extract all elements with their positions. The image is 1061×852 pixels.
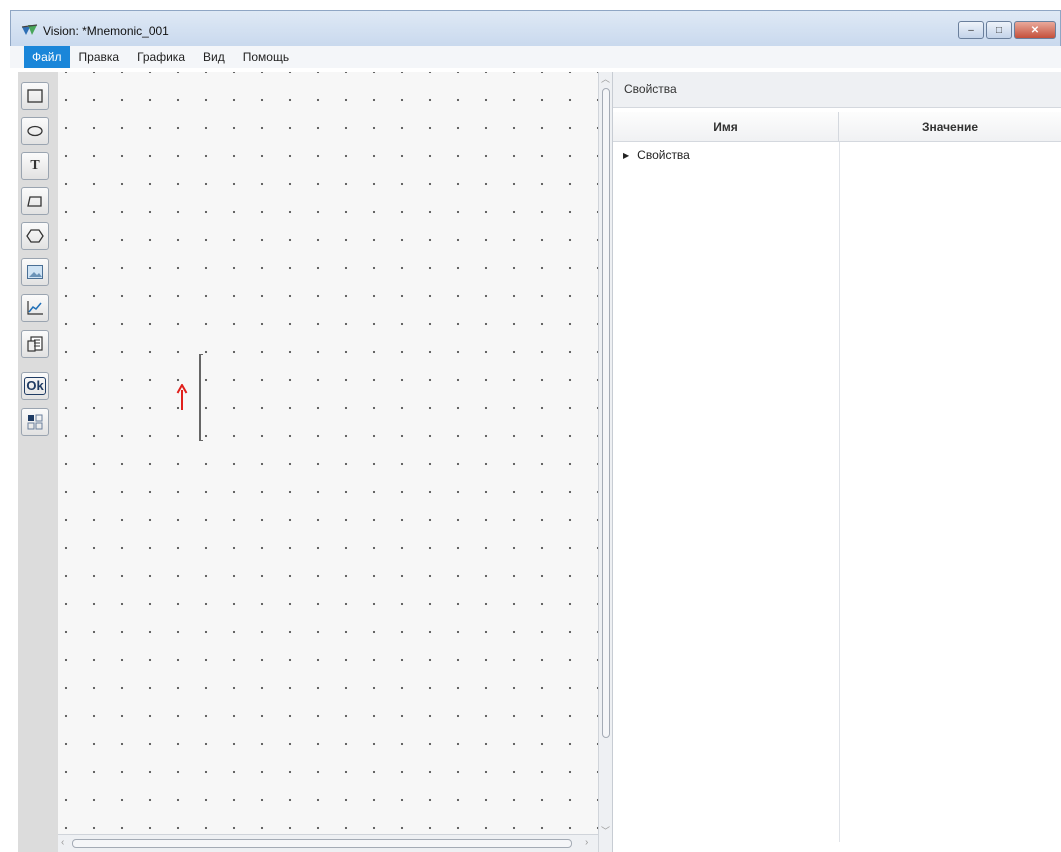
horizontal-scroll-thumb[interactable] <box>72 839 572 848</box>
document-tool[interactable] <box>21 330 49 358</box>
red-arrow-marker-icon <box>176 384 188 410</box>
window-controls: – □ ✕ <box>958 21 1056 39</box>
vertical-scroll-thumb[interactable] <box>602 88 610 738</box>
properties-column-headers: Имя Значение <box>613 112 1061 142</box>
widget-tool[interactable] <box>21 408 49 436</box>
menu-graphics[interactable]: Графика <box>128 46 194 68</box>
polyline-tool[interactable] <box>21 187 49 215</box>
trend-chart-icon <box>27 301 43 315</box>
properties-panel-title: Свойства <box>613 72 1061 108</box>
scroll-left-icon[interactable]: ‹ <box>61 837 64 848</box>
drawing-canvas[interactable] <box>58 72 598 834</box>
scroll-down-icon[interactable]: ﹀ <box>601 824 610 837</box>
window-title: Vision: *Mnemonic_001 <box>43 24 169 38</box>
text-icon: T <box>30 158 40 173</box>
column-header-name[interactable]: Имя <box>613 112 839 141</box>
tree-row-properties[interactable]: ▶ Свойства <box>623 148 690 162</box>
properties-panel: Свойства Имя Значение ▶ Свойства <box>612 72 1061 852</box>
vertical-scrollbar[interactable]: ︿ ﹀ <box>598 72 612 852</box>
tree-row-label: Свойства <box>637 148 690 162</box>
minimize-icon: – <box>968 24 974 36</box>
ok-button-icon: Ok <box>24 377 46 395</box>
grid-widget-icon <box>27 414 43 430</box>
trend-tool[interactable] <box>21 294 49 322</box>
polyline-icon <box>27 196 42 207</box>
ellipse-tool[interactable] <box>21 117 49 145</box>
button-tool[interactable]: Ok <box>21 372 49 400</box>
image-icon <box>27 265 43 279</box>
properties-tree: ▶ Свойства <box>613 142 1061 842</box>
minimize-button[interactable]: – <box>958 21 984 39</box>
app-logo-icon <box>21 24 38 35</box>
ellipse-icon <box>27 125 43 137</box>
rectangle-tool[interactable] <box>21 82 49 110</box>
toolbox: T Ok <box>18 72 58 852</box>
menu-view[interactable]: Вид <box>194 46 234 68</box>
menu-help[interactable]: Помощь <box>234 46 298 68</box>
menu-file[interactable]: Файл <box>24 46 70 68</box>
image-tool[interactable] <box>21 258 49 286</box>
close-icon: ✕ <box>1030 24 1040 36</box>
maximize-button[interactable]: □ <box>986 21 1012 39</box>
horizontal-scrollbar[interactable]: ‹ › <box>58 834 598 852</box>
document-icon <box>27 336 43 352</box>
maximize-icon: □ <box>995 24 1003 36</box>
title-bar: Vision: *Mnemonic_001 – □ ✕ <box>10 10 1061 46</box>
scroll-up-icon[interactable]: ︿ <box>601 72 610 85</box>
menu-edit[interactable]: Правка <box>70 46 129 68</box>
scroll-right-icon[interactable]: › <box>585 837 588 848</box>
close-button[interactable]: ✕ <box>1014 21 1056 39</box>
expand-arrow-icon[interactable]: ▶ <box>623 151 629 160</box>
polygon-tool[interactable] <box>21 222 49 250</box>
hexagon-icon <box>26 229 44 243</box>
text-tool[interactable]: T <box>21 152 49 180</box>
menu-bar: Файл Правка Графика Вид Помощь <box>10 46 1061 68</box>
rectangle-icon <box>27 89 43 103</box>
selected-line-element[interactable] <box>199 354 203 441</box>
column-header-value[interactable]: Значение <box>839 112 1061 141</box>
